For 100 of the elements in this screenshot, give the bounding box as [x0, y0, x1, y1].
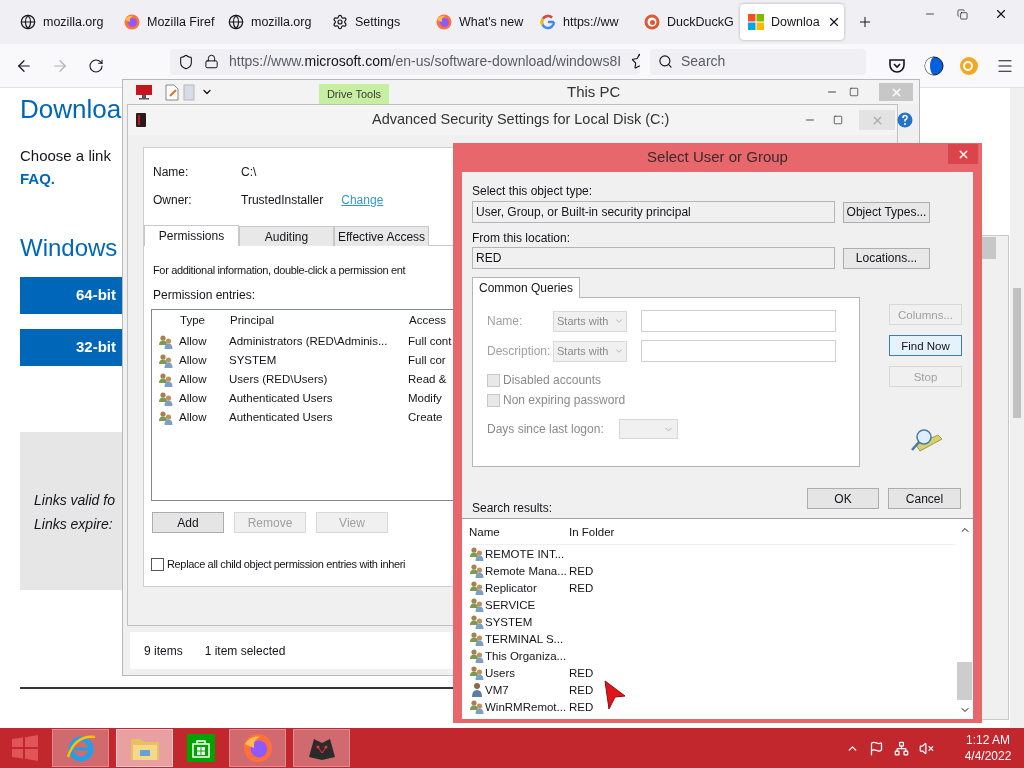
browser-tab[interactable]: What's new: [428, 4, 532, 40]
permission-row[interactable]: Allow Administrators (RED\Adminis... Full cont: [152, 332, 480, 351]
result-row[interactable]: SYSTEM: [469, 613, 956, 630]
folder-cell: RED: [569, 665, 594, 680]
extension-icon[interactable]: [959, 55, 979, 76]
field-label: Name:: [153, 164, 190, 181]
fox-logo-icon: [124, 14, 140, 30]
lock-icon[interactable]: [204, 54, 219, 69]
clock[interactable]: 1:12 AM 4/4/2022: [952, 732, 1024, 764]
permission-row[interactable]: Allow Authenticated Users Modify: [152, 389, 480, 408]
user-icon: [469, 681, 485, 698]
flag-icon[interactable]: [869, 740, 884, 756]
field-label: Select this object type:: [472, 184, 594, 198]
pocket-icon[interactable]: [888, 57, 906, 74]
object-types-button[interactable]: Object Types...: [843, 201, 930, 223]
download-button[interactable]: 32-bit: [20, 329, 122, 366]
section-label: Permission entries:: [153, 288, 257, 302]
result-row[interactable]: VM7 RED: [469, 681, 956, 698]
notice-text: Links expire:: [34, 516, 114, 532]
dialog-tab[interactable]: Auditing: [239, 226, 334, 246]
faq-link[interactable]: FAQ.: [20, 170, 55, 188]
dialog-tab[interactable]: Permissions: [144, 225, 239, 246]
search-field[interactable]: Search: [650, 48, 866, 75]
query-input[interactable]: [641, 340, 836, 362]
start-logo-icon[interactable]: [12, 735, 38, 761]
browser-tab[interactable]: mozilla.org: [12, 4, 116, 40]
cancel-button[interactable]: Cancel: [888, 488, 961, 509]
access-cell-text: Full cont: [408, 333, 452, 349]
maximize-icon[interactable]: [833, 115, 843, 125]
shield-icon[interactable]: [178, 53, 194, 70]
document-icon[interactable]: [165, 83, 179, 101]
dialog-button[interactable]: Add: [152, 512, 224, 533]
section-label: Search results:: [472, 501, 553, 515]
dialog-title: Advanced Security Settings for Local Disk (C:): [372, 110, 670, 130]
type-cell-text: Allow: [179, 409, 208, 425]
column-header[interactable]: In Folder: [569, 524, 669, 539]
principal-cell-text: SYSTEM: [229, 352, 278, 368]
name-cell-text: VM7: [485, 682, 510, 697]
globe-icon: [228, 14, 244, 30]
close-icon[interactable]: [994, 7, 1008, 21]
address-bar[interactable]: https://www.microsoft.com/en-us/software-download/windows8I: [170, 48, 640, 75]
monitor-icon[interactable]: [135, 84, 153, 100]
taskbar-button[interactable]: [293, 729, 350, 767]
account-icon[interactable]: [924, 55, 944, 76]
scroll-thumb[interactable]: [957, 662, 972, 700]
principal-cell-text: Users (RED\Users): [229, 371, 329, 387]
result-row[interactable]: This Organiza...: [469, 647, 956, 664]
result-row[interactable]: TERMINAL S...: [469, 630, 956, 647]
reload-icon[interactable]: [88, 57, 104, 74]
folder-cell: RED: [569, 682, 594, 697]
field-label: From this location:: [472, 231, 572, 245]
ok-button[interactable]: OK: [807, 488, 879, 509]
url-text: https://www.microsoft.com/en-us/software-download/windows8I: [229, 52, 622, 71]
permission-row[interactable]: Allow Authenticated Users Create: [152, 408, 480, 427]
restore-icon[interactable]: [956, 8, 968, 20]
scroll-thumb[interactable]: [1013, 288, 1021, 418]
field-value: TrustedInstaller: [241, 192, 324, 209]
ribbon-tab[interactable]: Drive Tools: [319, 84, 389, 104]
user-group-icon: [157, 352, 174, 369]
maximize-icon[interactable]: [849, 87, 859, 97]
browser-tab[interactable]: Settings: [324, 4, 428, 40]
clock-date: 4/4/2022: [964, 748, 1012, 764]
dialog-tab[interactable]: Effective Access: [334, 226, 429, 246]
column-header[interactable]: Principal: [229, 312, 408, 330]
folder-cell: RED: [569, 699, 594, 714]
principal-cell-text: Authenticated Users: [229, 409, 334, 425]
browser-tab[interactable]: https://ww: [532, 4, 636, 40]
help-icon[interactable]: [897, 112, 913, 128]
query-tab[interactable]: Common Queries: [472, 277, 581, 298]
result-row[interactable]: WinRMRemot... RED: [469, 698, 956, 715]
close-button[interactable]: [948, 144, 978, 164]
checkbox-label: Disabled accounts: [503, 373, 602, 387]
dialog-button[interactable]: Find Now: [889, 335, 962, 356]
type-cell-text: Allow: [179, 371, 208, 387]
taskbar-button[interactable]: [229, 729, 286, 767]
checkbox[interactable]: [151, 557, 164, 571]
result-row[interactable]: Replicator RED: [469, 579, 956, 596]
status-text: 9 items: [144, 642, 183, 660]
result-row[interactable]: Users RED: [469, 664, 956, 681]
name-cell-text: SYSTEM: [485, 614, 534, 629]
field-label: Name:: [487, 314, 524, 328]
browser-tab[interactable]: DuckDuckG: [636, 4, 740, 40]
field-value: C:\: [241, 164, 257, 181]
column-header[interactable]: Type: [179, 312, 229, 330]
muted-speaker-icon[interactable]: [919, 740, 934, 756]
network-icon[interactable]: [894, 740, 909, 756]
result-row[interactable]: Remote Mana... RED: [469, 562, 956, 579]
locations-button[interactable]: Locations...: [843, 247, 930, 269]
browser-tab[interactable]: mozilla.org: [220, 4, 324, 40]
result-row[interactable]: REMOTE INT...: [469, 545, 956, 562]
permission-row[interactable]: Allow Users (RED\Users) Read &: [152, 370, 480, 389]
query-input[interactable]: [641, 310, 836, 332]
browser-tab[interactable]: Downloa: [740, 4, 844, 40]
browser-tab[interactable]: Mozilla Firef: [116, 4, 220, 40]
column-header[interactable]: Name: [469, 524, 569, 539]
new-tab-icon[interactable]: [857, 14, 873, 30]
result-row[interactable]: SERVICE: [469, 596, 956, 613]
download-button[interactable]: 64-bit: [20, 277, 122, 314]
folder-cell: RED: [569, 563, 594, 578]
permission-row[interactable]: Allow SYSTEM Full cor: [152, 351, 480, 370]
